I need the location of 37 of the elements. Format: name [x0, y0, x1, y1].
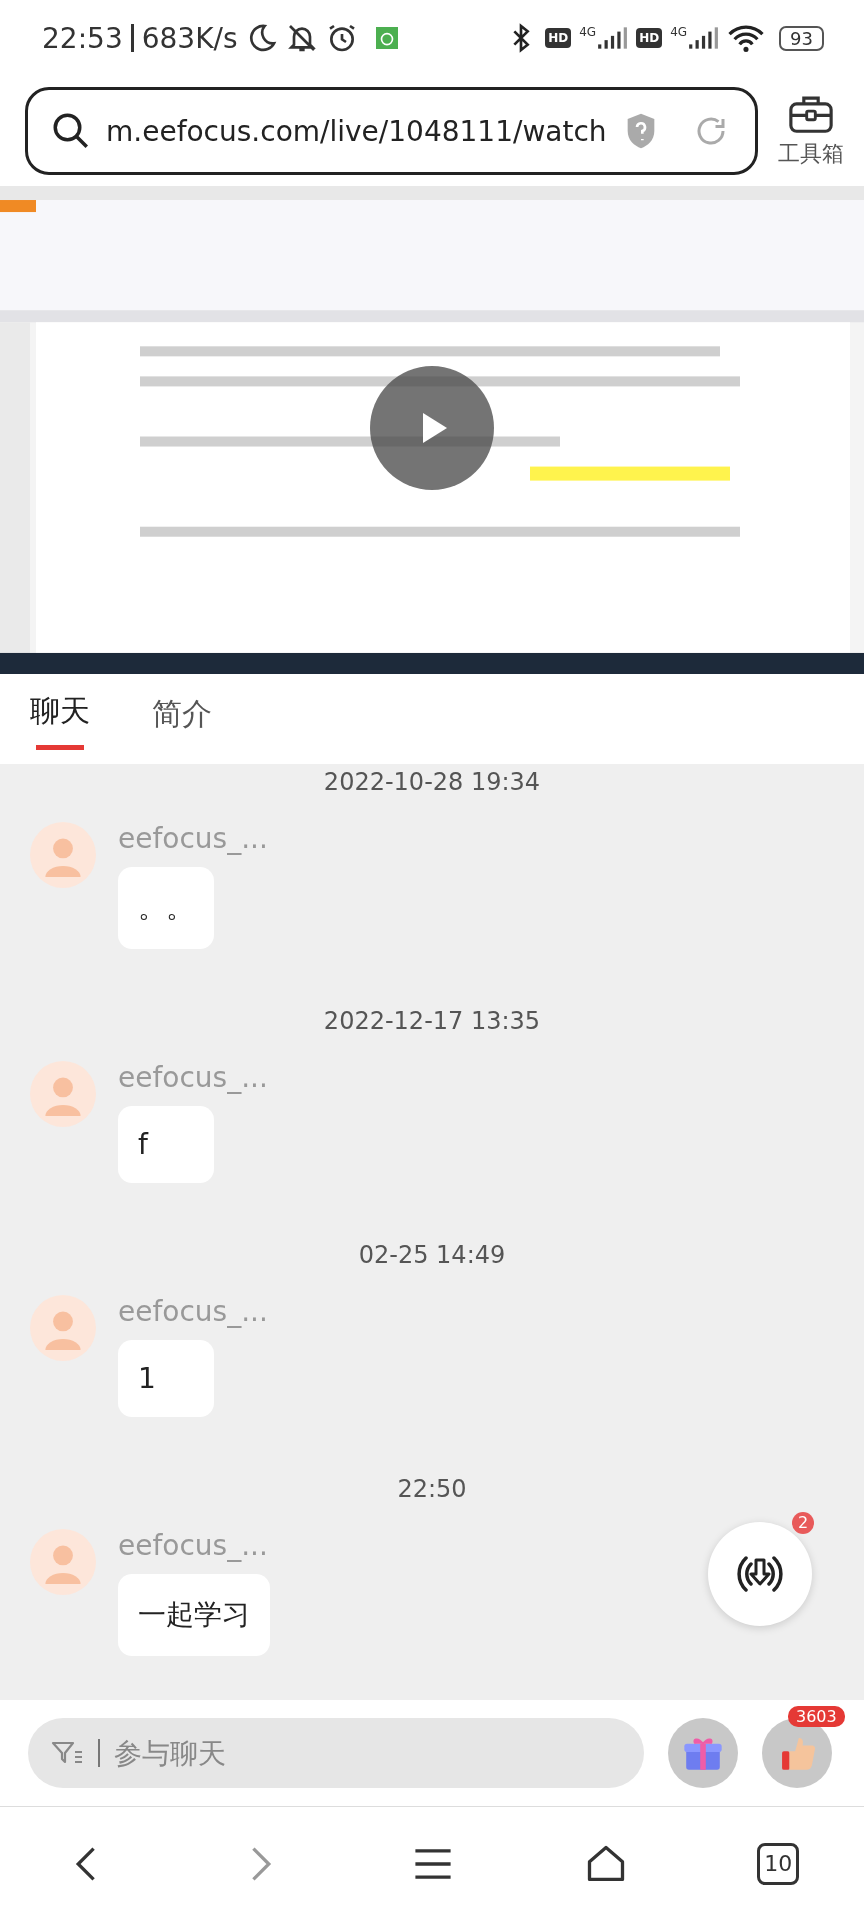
- username: eefocus_...: [118, 822, 268, 855]
- shield-question-icon[interactable]: [625, 112, 657, 150]
- tab-count-button[interactable]: 10: [757, 1842, 800, 1885]
- tab[interactable]: 简介: [152, 685, 212, 753]
- chat-input-field[interactable]: 参与聊天: [28, 1718, 644, 1788]
- message-bubble: f: [118, 1106, 214, 1183]
- timestamp: 2022-12-17 13:35: [323, 1007, 541, 1035]
- timestamp: 02-25 14:49: [358, 1241, 506, 1269]
- timestamp: 2022-10-28 19:34: [323, 768, 541, 796]
- like-count-badge: 3603: [788, 1706, 845, 1727]
- username: eefocus_...: [118, 1061, 268, 1094]
- signal-icon: [596, 25, 629, 51]
- username: eefocus_...: [118, 1295, 268, 1328]
- network-speed: 683K/s: [141, 21, 238, 55]
- toolbox-button[interactable]: 工具箱: [778, 93, 844, 169]
- bell-off-icon: [285, 22, 318, 54]
- message-bubble: 。。: [118, 867, 214, 949]
- username: eefocus_...: [118, 1529, 268, 1562]
- avatar-icon: [30, 1529, 96, 1595]
- hd-badge: HD: [545, 28, 572, 48]
- app-notification-icon: [375, 27, 398, 49]
- hd-badge: HD: [636, 28, 663, 48]
- battery-level: 93: [779, 25, 824, 51]
- network-type: 4G: [670, 25, 688, 39]
- clock-time: 22:53: [42, 21, 123, 55]
- chat-input-field[interactable]: 参与聊天: [114, 1725, 622, 1781]
- address-bar[interactable]: m.eefocus.com/live/1048111/watch: [25, 87, 758, 175]
- avatar-icon: [30, 822, 96, 888]
- message-bubble: 1: [118, 1340, 214, 1417]
- count-badge: 2: [792, 1512, 814, 1534]
- message-bubble: 一起学习: [118, 1574, 270, 1656]
- network-type: 4G: [579, 25, 597, 39]
- avatar-icon: [30, 1061, 96, 1127]
- url-text: m.eefocus.com/live/1048111/watch: [106, 114, 608, 148]
- avatar-icon: [30, 1295, 96, 1361]
- signal-icon: [687, 25, 720, 51]
- timestamp: 22:50: [397, 1475, 467, 1503]
